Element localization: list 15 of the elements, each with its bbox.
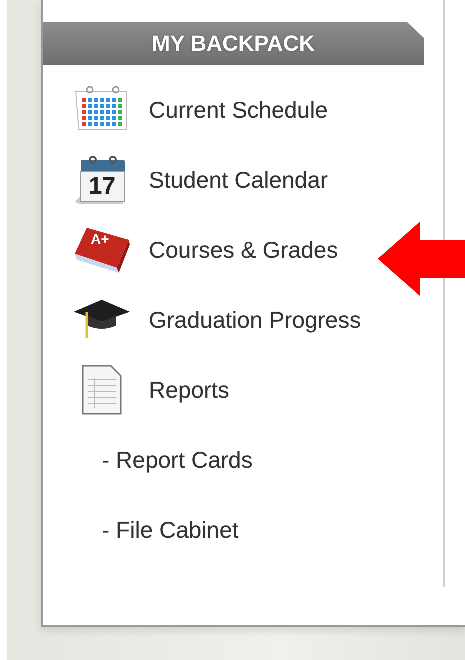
sidebar-link-label: Reports [149, 376, 230, 404]
sidebar-link[interactable]: - Report Cards [43, 425, 253, 495]
date-number: 17 [89, 175, 116, 199]
sidebar-link[interactable]: Graduation Progress [43, 285, 362, 355]
sidebar-link[interactable]: Current Schedule [43, 75, 328, 145]
sidebar-link-label: Current Schedule [149, 96, 328, 124]
sidebar-link[interactable]: 17 Student Calendar [43, 145, 328, 215]
sidebar-link[interactable]: - File Cabinet [43, 495, 239, 565]
sidebar-link-label: Student Calendar [149, 166, 328, 194]
grade-text: A+ [91, 232, 110, 246]
sidebar-title: MY BACKPACK [152, 30, 315, 56]
sidebar-link[interactable]: A+ Courses & Grades [43, 215, 338, 285]
sidebar-link-label: Courses & Grades [149, 236, 338, 264]
sidebar-link[interactable]: Reports [43, 355, 230, 425]
sidebar-link-label: Graduation Progress [149, 306, 362, 334]
